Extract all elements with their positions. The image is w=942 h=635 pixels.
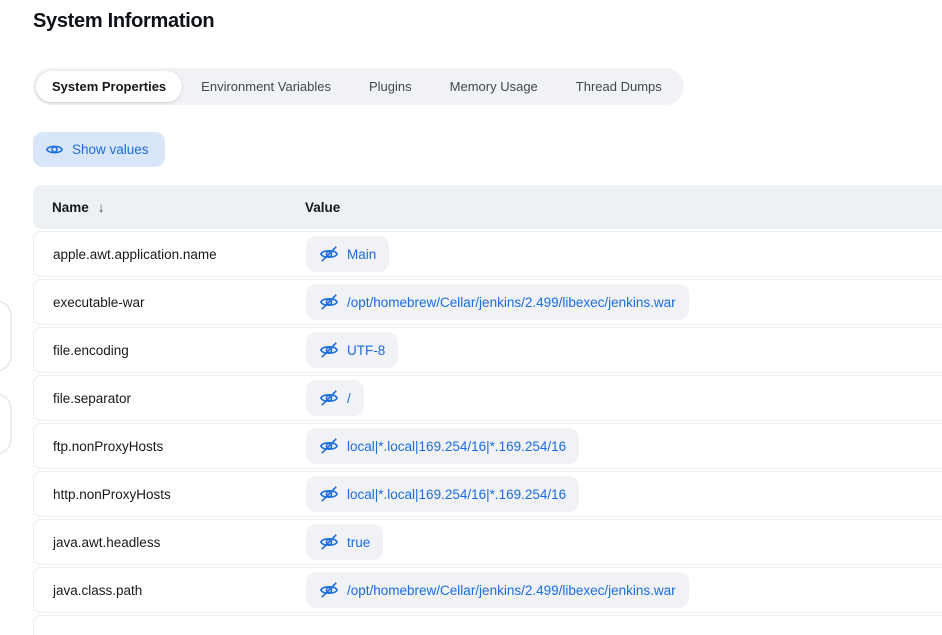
hidden-value-button[interactable]: local|*.local|169.254/16|*.169.254/16 — [306, 476, 579, 512]
table-row: executable-war /opt/homebrew/Cellar/jenk… — [33, 279, 942, 325]
eye-off-icon — [319, 388, 339, 408]
offscreen-panel-edge — [0, 393, 12, 455]
tab-thread-dumps[interactable]: Thread Dumps — [557, 71, 681, 102]
property-name: java.class.path — [53, 583, 142, 598]
table-row: file.encoding UTF-8 — [33, 327, 942, 373]
property-name: file.separator — [53, 391, 131, 406]
eye-off-icon — [319, 580, 339, 600]
tab-environment-variables[interactable]: Environment Variables — [182, 71, 350, 102]
property-value: Main — [347, 247, 376, 262]
table-row: java.awt.headless true — [33, 519, 942, 565]
eye-off-icon — [319, 244, 339, 264]
table-row-partial — [33, 615, 942, 635]
column-header-value[interactable]: Value — [305, 200, 340, 215]
property-name: ftp.nonProxyHosts — [53, 439, 163, 454]
table-row: ftp.nonProxyHosts local|*.local|169.254/… — [33, 423, 942, 469]
property-value: UTF-8 — [347, 343, 385, 358]
hidden-value-button[interactable]: Main — [306, 236, 389, 272]
table-row: apple.awt.application.name Main — [33, 231, 942, 277]
offscreen-panel-edge — [0, 300, 12, 372]
property-value: local|*.local|169.254/16|*.169.254/16 — [347, 487, 566, 502]
property-value: true — [347, 535, 370, 550]
eye-off-icon — [319, 340, 339, 360]
property-name: http.nonProxyHosts — [53, 487, 171, 502]
property-value: /opt/homebrew/Cellar/jenkins/2.499/libex… — [347, 583, 676, 598]
eye-off-icon — [319, 532, 339, 552]
hidden-value-button[interactable]: /opt/homebrew/Cellar/jenkins/2.499/libex… — [306, 284, 689, 320]
arrow-down-icon[interactable]: ↓ — [98, 200, 105, 215]
hidden-value-button[interactable]: local|*.local|169.254/16|*.169.254/16 — [306, 428, 579, 464]
page-title: System Information — [33, 10, 214, 33]
property-name: apple.awt.application.name — [53, 247, 217, 262]
table-row: http.nonProxyHosts local|*.local|169.254… — [33, 471, 942, 517]
table-header-row: Name ↓ Value — [33, 185, 942, 229]
system-properties-table: Name ↓ Value apple.awt.application.name … — [33, 185, 942, 635]
hidden-value-button[interactable]: /opt/homebrew/Cellar/jenkins/2.499/libex… — [306, 572, 689, 608]
column-header-name[interactable]: Name — [52, 200, 89, 215]
system-information-page: System Information System Properties Env… — [0, 0, 942, 635]
eye-off-icon — [319, 484, 339, 504]
hidden-value-button[interactable]: UTF-8 — [306, 332, 398, 368]
hidden-value-button[interactable]: / — [306, 380, 364, 416]
property-name: file.encoding — [53, 343, 129, 358]
hidden-value-button[interactable]: true — [306, 524, 383, 560]
tab-system-properties[interactable]: System Properties — [36, 71, 182, 102]
table-row: java.class.path /opt/homebrew/Cellar/jen… — [33, 567, 942, 613]
show-values-button[interactable]: Show values — [33, 132, 165, 167]
property-name: java.awt.headless — [53, 535, 160, 550]
table-row: file.separator / — [33, 375, 942, 421]
eye-off-icon — [319, 292, 339, 312]
eye-icon — [45, 140, 64, 159]
eye-off-icon — [319, 436, 339, 456]
tab-bar: System Properties Environment Variables … — [33, 68, 684, 105]
tab-memory-usage[interactable]: Memory Usage — [431, 71, 557, 102]
property-value: local|*.local|169.254/16|*.169.254/16 — [347, 439, 566, 454]
show-values-label: Show values — [72, 142, 149, 157]
property-value: /opt/homebrew/Cellar/jenkins/2.499/libex… — [347, 295, 676, 310]
property-name: executable-war — [53, 295, 145, 310]
property-value: / — [347, 391, 351, 406]
tab-plugins[interactable]: Plugins — [350, 71, 431, 102]
